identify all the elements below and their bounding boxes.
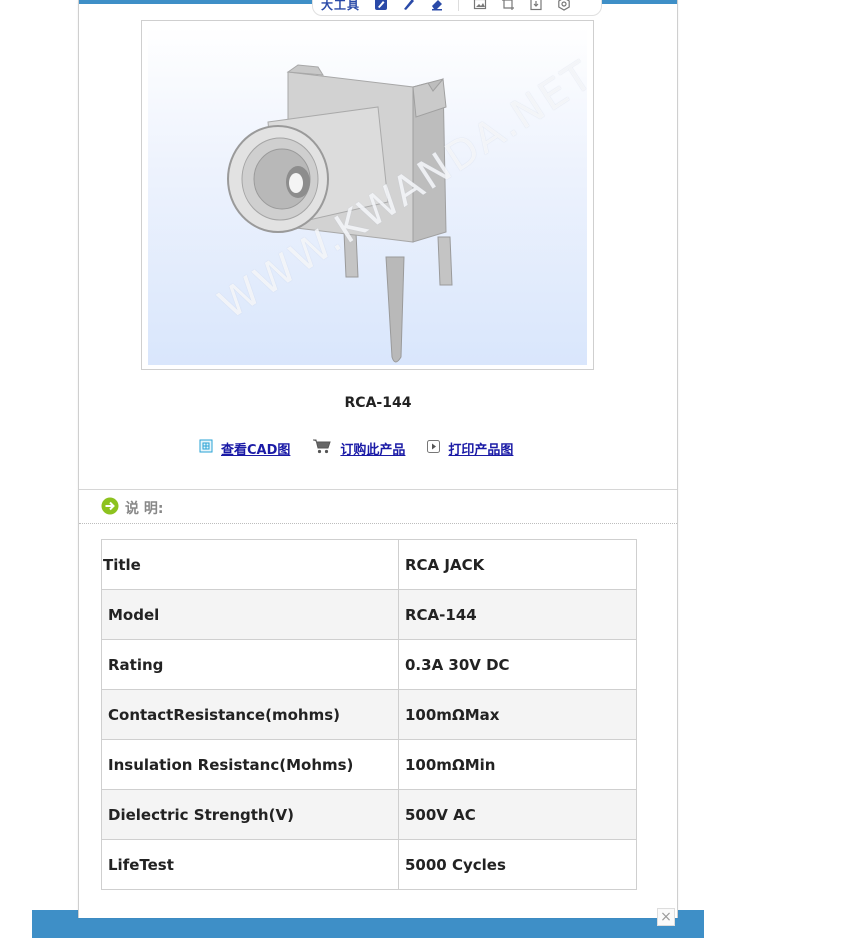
toolbar-label[interactable]: 大工具 [321, 0, 360, 13]
model-caption: RCA-144 [344, 395, 412, 411]
print-image-button[interactable]: 打印产品图 [427, 439, 513, 458]
print-icon [427, 439, 441, 457]
spec-value: 500V AC [398, 789, 637, 840]
pen-icon[interactable] [402, 0, 416, 11]
edit-icon[interactable] [374, 0, 388, 11]
cad-icon [199, 439, 213, 457]
table-row: LifeTest 5000 Cycles [101, 839, 637, 890]
spec-name: ContactResistance(mohms) [101, 689, 399, 740]
spec-value: RCA JACK [398, 539, 637, 590]
spec-value: 100mΩMax [398, 689, 637, 740]
crop-icon[interactable] [501, 0, 515, 11]
close-icon[interactable]: × [657, 908, 675, 926]
spec-value: 100mΩMin [398, 739, 637, 790]
cart-icon [312, 438, 332, 458]
spec-name: Model [101, 589, 399, 640]
table-row: Rating 0.3A 30V DC [101, 639, 637, 690]
eraser-icon[interactable] [430, 0, 444, 11]
description-heading: 说 明: [101, 497, 163, 519]
download-icon[interactable] [529, 0, 543, 11]
table-row: Model RCA-144 [101, 589, 637, 640]
floating-toolbar: 大工具 [312, 0, 602, 16]
specs-table: Title RCA JACK Model RCA-144 Rating 0.3A… [101, 539, 637, 890]
description-title: 说 明: [125, 501, 164, 517]
spec-name: Dielectric Strength(V) [101, 789, 399, 840]
spec-name: Rating [101, 639, 399, 690]
product-panel: 大工具 WWW.KWANDA.NET RCA-144 查看CAD图 订购此产品 … [78, 0, 678, 918]
order-product-button[interactable]: 订购此产品 [312, 438, 405, 458]
table-row: ContactResistance(mohms) 100mΩMax [101, 689, 637, 740]
product-image-frame[interactable]: WWW.KWANDA.NET [141, 20, 594, 370]
table-row: Insulation Resistanc(Mohms) 100mΩMin [101, 739, 637, 790]
spec-name: Title [101, 539, 399, 590]
table-row: Title RCA JACK [101, 539, 637, 590]
view-cad-button[interactable]: 查看CAD图 [199, 439, 290, 458]
product-actions: 查看CAD图 订购此产品 打印产品图 [199, 438, 535, 458]
spec-name: Insulation Resistanc(Mohms) [101, 739, 399, 790]
print-image-link[interactable]: 打印产品图 [448, 439, 513, 458]
order-product-link[interactable]: 订购此产品 [340, 439, 405, 458]
spec-value: 0.3A 30V DC [398, 639, 637, 690]
arrow-circle-icon [101, 497, 119, 519]
spec-name: LifeTest [101, 839, 399, 890]
section-divider [79, 489, 677, 490]
view-cad-link[interactable]: 查看CAD图 [221, 439, 290, 458]
settings-icon[interactable] [557, 0, 571, 11]
spec-value: 5000 Cycles [398, 839, 637, 890]
image-icon[interactable] [473, 0, 487, 11]
spec-value: RCA-144 [398, 589, 637, 640]
table-row: Dielectric Strength(V) 500V AC [101, 789, 637, 840]
toolbar-separator [458, 0, 460, 11]
dotted-divider [79, 523, 677, 524]
product-image: WWW.KWANDA.NET [148, 27, 587, 365]
